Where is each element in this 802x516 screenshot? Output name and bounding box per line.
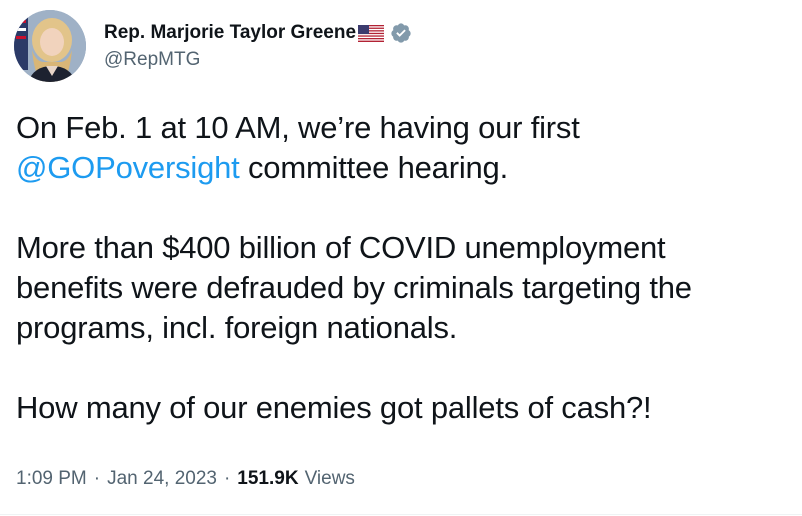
views-count[interactable]: 151.9K (237, 468, 298, 490)
bottom-divider (0, 514, 802, 515)
author-avatar[interactable] (14, 10, 86, 82)
author-info: Rep. Marjorie Taylor Greene @RepMTG (104, 21, 412, 71)
views-label: Views (304, 468, 355, 489)
tweet-line-3: More than $400 billion of COVID unemploy… (16, 230, 666, 265)
tweet-line-2-text: committee hearing. (239, 150, 508, 185)
tweet-body: On Feb. 1 at 10 AM, we’re having our fir… (16, 108, 796, 428)
mention-link[interactable]: @GOPoversight (16, 150, 240, 185)
tweet-header: Rep. Marjorie Taylor Greene @RepMTG (14, 10, 412, 82)
author-handle[interactable]: @RepMTG (104, 49, 412, 71)
tweet-line-6: How many of our enemies got pallets of c… (16, 390, 652, 425)
tweet-date[interactable]: Jan 24, 2023 (107, 468, 217, 490)
tweet-time[interactable]: 1:09 PM (16, 468, 87, 490)
author-name-row: Rep. Marjorie Taylor Greene (104, 21, 412, 45)
tweet-line-1: On Feb. 1 at 10 AM, we’re having our fir… (16, 110, 580, 145)
us-flag-icon (358, 24, 385, 42)
meta-separator: · (223, 468, 231, 489)
tweet-line-2: @GOPoversight committee hearing. (16, 148, 796, 188)
verified-badge-icon[interactable] (390, 22, 412, 44)
meta-separator: · (93, 468, 101, 489)
tweet-meta: 1:09 PM · Jan 24, 2023 · 151.9K Views (16, 468, 355, 490)
avatar-portrait (14, 10, 86, 82)
author-display-name[interactable]: Rep. Marjorie Taylor Greene (104, 22, 356, 44)
tweet-line-4: benefits were defrauded by criminals tar… (16, 270, 692, 305)
tweet-line-5: programs, incl. foreign nationals. (16, 310, 458, 345)
